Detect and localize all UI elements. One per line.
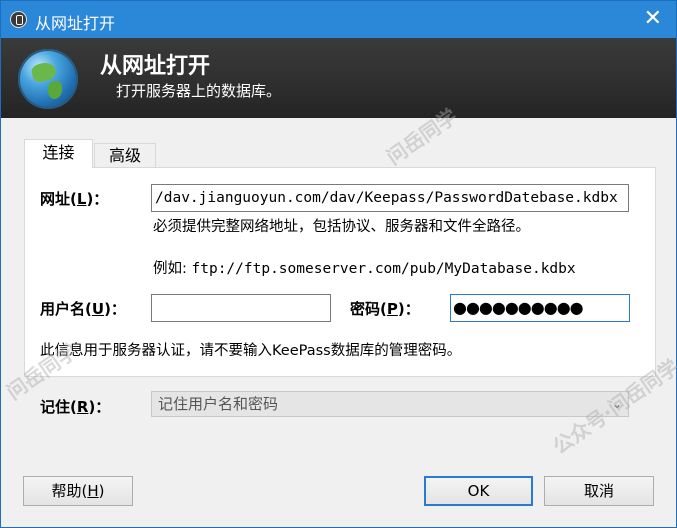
globe-icon <box>18 49 78 109</box>
username-input[interactable] <box>151 294 331 322</box>
url-input[interactable]: /dav.jianguoyun.com/dav/Keepass/Password… <box>151 184 629 212</box>
tab-connection[interactable]: 连接 <box>24 139 93 168</box>
help-button[interactable]: 帮助(H) <box>23 476 133 506</box>
username-label: 用户名(U)： <box>40 300 126 318</box>
keepass-lock-icon <box>10 11 27 28</box>
cancel-button[interactable]: 取消 <box>544 476 654 506</box>
password-mask: ●●●●●●●●●● <box>453 298 584 317</box>
tab-advanced[interactable]: 高级 <box>94 143 156 167</box>
remember-label: 记住(R)： <box>40 398 111 416</box>
chevron-down-icon: ⌄ <box>611 397 622 411</box>
url-hint: 必须提供完整网络地址，包括协议、服务器和文件全路径。 <box>153 219 530 235</box>
ok-button[interactable]: OK <box>424 476 533 506</box>
remember-select-value: 记住用户名和密码 <box>158 395 279 413</box>
auth-info-text: 此信息用于服务器认证，请不要输入KeePass数据库的管理密码。 <box>40 343 462 359</box>
password-label: 密码(P)： <box>350 300 420 318</box>
close-icon[interactable]: ✕ <box>644 6 662 32</box>
banner-heading: 从网址打开 <box>100 54 211 79</box>
url-example: 例如: ftp://ftp.someserver.com/pub/MyDatab… <box>153 261 576 277</box>
remember-select[interactable]: 记住用户名和密码 ⌄ <box>151 391 629 417</box>
title-bar: 从网址打开 ✕ <box>1 1 676 38</box>
header-banner: 从网址打开 打开服务器上的数据库。 <box>1 38 676 118</box>
dialog-window: 从网址打开 ✕ 从网址打开 打开服务器上的数据库。 连接 高级 网址(L)： /… <box>0 0 677 528</box>
banner-subheading: 打开服务器上的数据库。 <box>116 82 282 100</box>
url-label: 网址(L)： <box>40 190 109 208</box>
window-title: 从网址打开 <box>35 14 116 33</box>
